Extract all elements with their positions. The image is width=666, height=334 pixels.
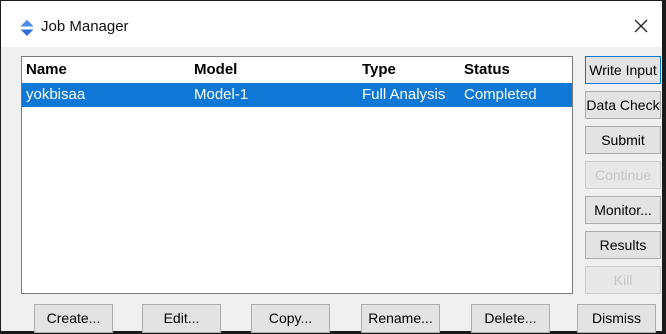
submit-button[interactable]: Submit [585, 126, 661, 154]
column-header-status[interactable]: Status [464, 59, 510, 81]
write-input-button[interactable]: Write Input [585, 56, 661, 84]
delete-button[interactable]: Delete... [471, 304, 550, 333]
job-model-cell: Model-1 [194, 86, 249, 103]
data-check-button[interactable]: Data Check [585, 91, 661, 119]
column-header-name[interactable]: Name [26, 59, 67, 81]
job-manager-window: Job Manager Name Model Type Status yokbi… [0, 0, 666, 334]
dismiss-button[interactable]: Dismiss [577, 304, 656, 333]
create-button[interactable]: Create... [34, 304, 113, 333]
job-list[interactable]: Name Model Type Status yokbisaa Model-1 … [21, 56, 573, 294]
job-status-cell: Completed [464, 86, 537, 103]
edit-button[interactable]: Edit... [142, 304, 221, 333]
window-title: Job Manager [41, 18, 129, 35]
abaqus-diamond-icon [18, 19, 36, 37]
title-bar: Job Manager [1, 1, 662, 47]
job-name-cell: yokbisaa [26, 86, 86, 103]
column-header-type[interactable]: Type [362, 59, 396, 81]
column-header-model[interactable]: Model [194, 59, 237, 81]
results-button[interactable]: Results [585, 231, 661, 259]
table-row[interactable]: yokbisaa Model-1 Full Analysis Completed [22, 83, 572, 107]
job-type-cell: Full Analysis [362, 86, 446, 103]
copy-button[interactable]: Copy... [251, 304, 330, 333]
monitor-button[interactable]: Monitor... [585, 196, 661, 224]
kill-button[interactable]: Kill [585, 266, 661, 294]
rename-button[interactable]: Rename... [361, 304, 440, 333]
close-icon[interactable] [628, 13, 654, 39]
continue-button[interactable]: Continue [585, 161, 661, 189]
job-list-header: Name Model Type Status [22, 59, 572, 81]
